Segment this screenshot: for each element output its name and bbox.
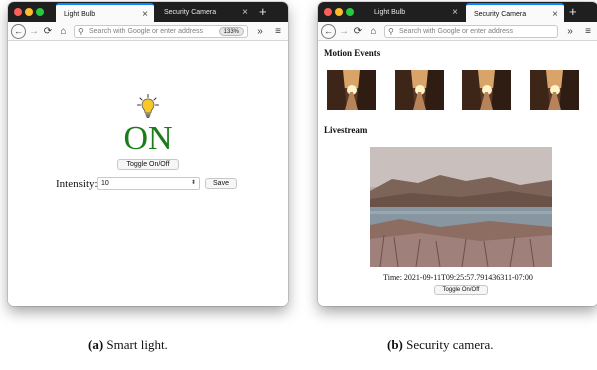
tab-label: Security Camera <box>474 11 527 18</box>
toggle-on-off-button[interactable]: Toggle On/Off <box>117 159 179 170</box>
zoom-level-badge[interactable]: 133% <box>218 27 244 36</box>
caption-smart-light: (a) Smart light. <box>88 337 168 353</box>
lightbulb-icon <box>137 94 159 120</box>
overflow-chevron-icon[interactable]: » <box>254 24 266 39</box>
overflow-chevron-icon[interactable]: » <box>564 24 576 39</box>
reload-icon[interactable]: ⟳ <box>353 24 363 39</box>
motion-events-heading: Motion Events <box>324 48 381 58</box>
forward-arrow-icon[interactable]: → <box>339 24 349 39</box>
address-placeholder: Search with Google or enter address <box>89 28 204 35</box>
address-bar[interactable]: ⚲ Search with Google or enter address <box>384 25 558 38</box>
tab-light-bulb[interactable]: Light Bulb × <box>56 3 154 22</box>
search-icon: ⚲ <box>78 27 84 36</box>
tab-light-bulb[interactable]: Light Bulb × <box>366 3 464 22</box>
close-tab-icon[interactable]: × <box>242 3 248 22</box>
livestream-timestamp: Time: 2021-09-11T09:25:57.791436311-07:0… <box>383 273 533 282</box>
minimize-window-button[interactable] <box>25 8 33 16</box>
livestream-heading: Livestream <box>324 125 368 135</box>
reload-icon[interactable]: ⟳ <box>43 24 53 39</box>
tab-label: Light Bulb <box>374 9 406 16</box>
browser-window-smart-light: Light Bulb × Security Camera × + ← → ⟳ ⌂… <box>8 2 288 306</box>
motion-event-thumbnail[interactable] <box>530 70 579 110</box>
home-icon[interactable]: ⌂ <box>368 24 379 39</box>
tab-security-camera[interactable]: Security Camera × <box>156 3 254 22</box>
back-arrow-icon[interactable]: ← <box>11 24 26 39</box>
caption-text: Smart light. <box>106 337 168 352</box>
toggle-on-off-button[interactable]: Toggle On/Off <box>434 285 488 295</box>
menu-hamburger-icon[interactable]: ≡ <box>582 24 594 39</box>
home-icon[interactable]: ⌂ <box>58 24 69 39</box>
new-tab-icon[interactable]: + <box>569 3 577 20</box>
livestream-video[interactable] <box>370 147 552 267</box>
zoom-window-button[interactable] <box>36 8 44 16</box>
intensity-label: Intensity: <box>56 178 98 190</box>
address-placeholder: Search with Google or enter address <box>399 28 514 35</box>
new-tab-icon[interactable]: + <box>259 3 267 20</box>
search-icon: ⚲ <box>388 27 394 36</box>
address-bar[interactable]: ⚲ Search with Google or enter address 13… <box>74 25 248 38</box>
motion-event-thumbnail[interactable] <box>327 70 376 110</box>
forward-arrow-icon[interactable]: → <box>29 24 39 39</box>
minimize-window-button[interactable] <box>335 8 343 16</box>
tab-security-camera[interactable]: Security Camera × <box>466 3 564 22</box>
tab-bar: Light Bulb × Security Camera × + <box>8 2 288 22</box>
caption-text: Security camera. <box>406 337 494 352</box>
back-arrow-icon[interactable]: ← <box>321 24 336 39</box>
light-status-text: ON <box>123 120 173 157</box>
tab-label: Light Bulb <box>64 11 96 18</box>
close-tab-icon[interactable]: × <box>452 3 458 22</box>
motion-event-thumbnail[interactable] <box>462 70 511 110</box>
caption-label: (b) <box>387 337 403 352</box>
page-content: Motion Events Livestream Time: 2021-09-1… <box>318 42 597 306</box>
save-button[interactable]: Save <box>205 178 237 189</box>
navigation-bar: ← → ⟳ ⌂ ⚲ Search with Google or enter ad… <box>8 22 288 41</box>
caption-security-camera: (b) Security camera. <box>387 337 493 353</box>
intensity-input[interactable]: 10 ⬍ <box>97 177 200 190</box>
spinner-arrows-icon[interactable]: ⬍ <box>191 178 196 189</box>
tab-bar: Light Bulb × Security Camera × + <box>318 2 597 22</box>
menu-hamburger-icon[interactable]: ≡ <box>272 24 284 39</box>
intensity-value: 10 <box>101 180 109 187</box>
zoom-window-button[interactable] <box>346 8 354 16</box>
navigation-bar: ← → ⟳ ⌂ ⚲ Search with Google or enter ad… <box>318 22 597 41</box>
motion-event-thumbnail[interactable] <box>395 70 444 110</box>
browser-window-security-camera: Light Bulb × Security Camera × + ← → ⟳ ⌂… <box>318 2 597 306</box>
close-window-button[interactable] <box>14 8 22 16</box>
close-window-button[interactable] <box>324 8 332 16</box>
page-content: ON Toggle On/Off Intensity: 10 ⬍ Save <box>8 42 288 306</box>
tab-label: Security Camera <box>164 9 217 16</box>
caption-label: (a) <box>88 337 104 352</box>
